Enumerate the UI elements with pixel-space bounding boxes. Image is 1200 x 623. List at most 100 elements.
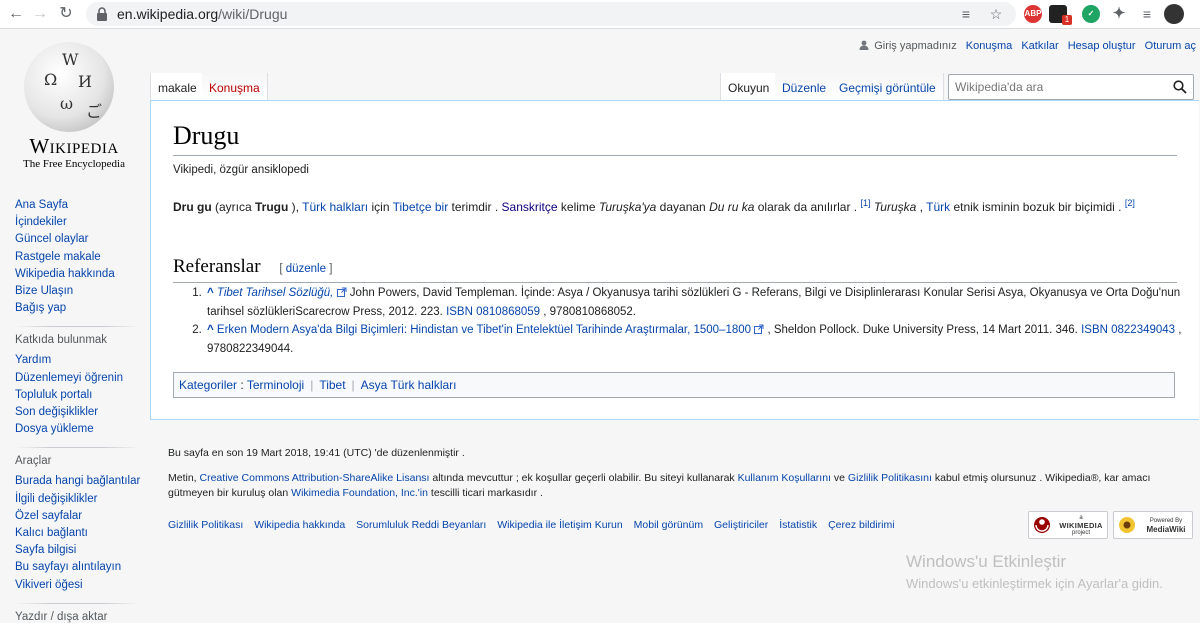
tab-read[interactable]: Okuyun: [720, 73, 778, 101]
sidebar-item-random-article[interactable]: Rastgele makale: [15, 251, 101, 263]
external-link-icon: [754, 324, 764, 334]
footer-disclaimers[interactable]: Sorumluluk Reddi Beyanları: [356, 519, 486, 531]
section-edit-link: [ düzenle ]: [279, 263, 333, 275]
talk-link[interactable]: Konuşma: [966, 40, 1012, 52]
sidebar-item-upload-file[interactable]: Dosya yükleme: [15, 423, 94, 435]
tab-history[interactable]: Geçmişi görüntüle: [832, 73, 944, 101]
sidebar-item-contents[interactable]: İçindekiler: [15, 216, 67, 228]
footer-contact[interactable]: Wikipedia ile İletişim Kurun: [497, 519, 622, 531]
sidebar-divider: [15, 326, 140, 328]
license-part: ve: [830, 472, 848, 484]
footer-mobile-view[interactable]: Mobil görünüm: [634, 519, 703, 531]
article-content: Drugu Vikipedi, özgür ansiklopedi Dru gu…: [150, 100, 1199, 420]
media-queue-icon[interactable]: ≡: [1138, 5, 1156, 23]
sunflower-icon: [1119, 517, 1135, 533]
lead-text: terimdir .: [448, 200, 502, 214]
extension-badge: 1: [1062, 15, 1072, 25]
citation-2[interactable]: [2]: [1125, 198, 1135, 208]
footer-cookie-statement[interactable]: Çerez bildirimi: [828, 519, 895, 531]
puzzle-icon[interactable]: ✦: [1110, 5, 1128, 23]
sidebar-item-permanent-link[interactable]: Kalıcı bağlantı: [15, 527, 88, 539]
avatar[interactable]: [1164, 4, 1184, 24]
footer-about[interactable]: Wikipedia hakkında: [254, 519, 345, 531]
lead-bold-term: Dru gu: [173, 200, 212, 214]
references-heading: Referanslar [ düzenle ]: [173, 256, 1177, 283]
user-icon: [859, 40, 869, 50]
isbn-label-link[interactable]: ISBN: [446, 306, 473, 318]
sidebar-item-about[interactable]: Wikipedia hakkında: [15, 268, 115, 280]
reference-item: ^ Tibet Tarihsel Sözlüğü, John Powers, D…: [205, 284, 1200, 321]
sidebar-heading-tools: Araçlar: [15, 455, 52, 468]
sidebar-item-related-changes[interactable]: İlgili değişiklikler: [15, 493, 97, 505]
categories-label-link[interactable]: Kategoriler: [179, 378, 237, 392]
translate-icon[interactable]: ≡: [958, 6, 974, 22]
link-tibetan[interactable]: Tibetçe bir: [393, 200, 449, 214]
log-in-link[interactable]: Oturum aç: [1145, 40, 1196, 52]
sidebar-item-current-events[interactable]: Güncel olaylar: [15, 233, 89, 245]
footer-statistics[interactable]: İstatistik: [779, 519, 817, 531]
create-account-link[interactable]: Hesap oluştur: [1068, 40, 1136, 52]
isbn-link[interactable]: 0822349043: [1111, 324, 1175, 336]
sidebar-item-community-portal[interactable]: Topluluk portalı: [15, 389, 92, 401]
tab-edit[interactable]: Düzenle: [775, 73, 835, 101]
categories-colon: :: [237, 378, 247, 392]
isbn-link[interactable]: 0810868059: [476, 306, 540, 318]
bookmark-star-icon[interactable]: ☆: [988, 6, 1004, 22]
sidebar: Ana Sayfa İçindekiler Güncel olaylar Ras…: [15, 197, 145, 623]
contributions-link[interactable]: Katkılar: [1021, 40, 1058, 52]
sidebar-item-recent-changes[interactable]: Son değişiklikler: [15, 406, 98, 418]
adblock-icon[interactable]: ABP: [1024, 5, 1042, 23]
sidebar-item-special-pages[interactable]: Özel sayfalar: [15, 510, 82, 522]
link-turk[interactable]: Türk: [926, 200, 950, 214]
footer-developers[interactable]: Geliştiriciler: [714, 519, 768, 531]
search-input[interactable]: [949, 75, 1173, 99]
lead-text: için: [368, 200, 393, 214]
sidebar-item-cite-page[interactable]: Bu sayfayı alıntılayın: [15, 561, 121, 573]
search-icon[interactable]: [1173, 80, 1187, 94]
wikimedia-foundation-link[interactable]: Wikimedia Foundation, Inc.'in: [291, 487, 428, 499]
sidebar-item-wikidata-item[interactable]: Vikiveri öğesi: [15, 579, 83, 591]
sidebar-item-contact[interactable]: Bize Ulaşın: [15, 285, 73, 297]
check-icon[interactable]: ✓: [1082, 5, 1100, 23]
footer-privacy-policy[interactable]: Gizlilik Politikası: [168, 519, 243, 531]
address-bar[interactable]: en.wikipedia.org/wiki/Drugu ≡ ☆: [86, 2, 1016, 26]
reference-link[interactable]: Erken Modern Asya'da Bilgi Biçimleri: Hi…: [217, 324, 751, 336]
lead-text: (ayrıca: [211, 200, 256, 214]
isbn-label-link[interactable]: ISBN: [1081, 324, 1108, 336]
powered-by-mediawiki-badge[interactable]: Powered By MediaWiki: [1113, 511, 1193, 539]
category-tibet[interactable]: Tibet: [319, 378, 345, 392]
tab-talk[interactable]: Konuşma: [202, 73, 268, 101]
wikipedia-logo[interactable]: W Ω И ω ご Wikipedia The Free Encyclopedi…: [12, 38, 130, 173]
terms-of-use-link[interactable]: Kullanım Koşullarını: [738, 472, 831, 484]
citation-1[interactable]: [1]: [860, 198, 870, 208]
backlink-caret[interactable]: ^: [207, 324, 214, 336]
link-sanskrit[interactable]: Sanskritçe: [502, 200, 558, 214]
edit-section-button[interactable]: düzenle: [286, 263, 326, 275]
sidebar-item-learn-to-edit[interactable]: Düzenlemeyi öğrenin: [15, 372, 123, 384]
back-arrow-icon[interactable]: ←: [6, 4, 26, 24]
lead-italic-term: Turuşka'ya: [598, 200, 657, 214]
link-turkic-peoples[interactable]: Türk halkları: [302, 200, 368, 214]
reference-text: , 9780810868052.: [540, 305, 637, 318]
category-terminology[interactable]: Terminoloji: [247, 378, 304, 392]
sidebar-item-help[interactable]: Yardım: [15, 354, 51, 366]
cc-license-link[interactable]: Creative Commons Attribution-ShareAlike …: [200, 472, 430, 484]
not-logged-in-text: Giriş yapmadınız: [874, 40, 957, 52]
tab-article[interactable]: makale: [150, 73, 205, 101]
sidebar-item-main-page[interactable]: Ana Sayfa: [15, 199, 68, 211]
backlink-caret[interactable]: ^: [207, 287, 214, 299]
license-part: Metin,: [168, 472, 200, 484]
sidebar-item-page-info[interactable]: Sayfa bilgisi: [15, 544, 76, 556]
category-asian-turkic-peoples[interactable]: Asya Türk halkları: [361, 378, 457, 392]
wikimedia-project-badge[interactable]: a WIKIMEDIA project: [1028, 511, 1108, 539]
reload-icon[interactable]: ↻: [56, 4, 76, 24]
privacy-policy-link[interactable]: Gizlilik Politikasını: [848, 472, 932, 484]
forward-arrow-icon[interactable]: →: [30, 4, 50, 24]
sidebar-heading-print: Yazdır / dışa aktar: [15, 610, 108, 623]
reference-text: John Powers, David Templeman. İçinde: As…: [207, 287, 1181, 318]
lead-text: ,: [916, 200, 927, 214]
sidebar-tools: Burada hangi bağlantılar İlgili değişikl…: [15, 473, 145, 593]
sidebar-item-what-links-here[interactable]: Burada hangi bağlantılar: [15, 475, 140, 487]
sidebar-item-donate[interactable]: Bağış yap: [15, 302, 66, 314]
reference-link[interactable]: Tibet Tarihsel Sözlüğü,: [217, 287, 333, 299]
